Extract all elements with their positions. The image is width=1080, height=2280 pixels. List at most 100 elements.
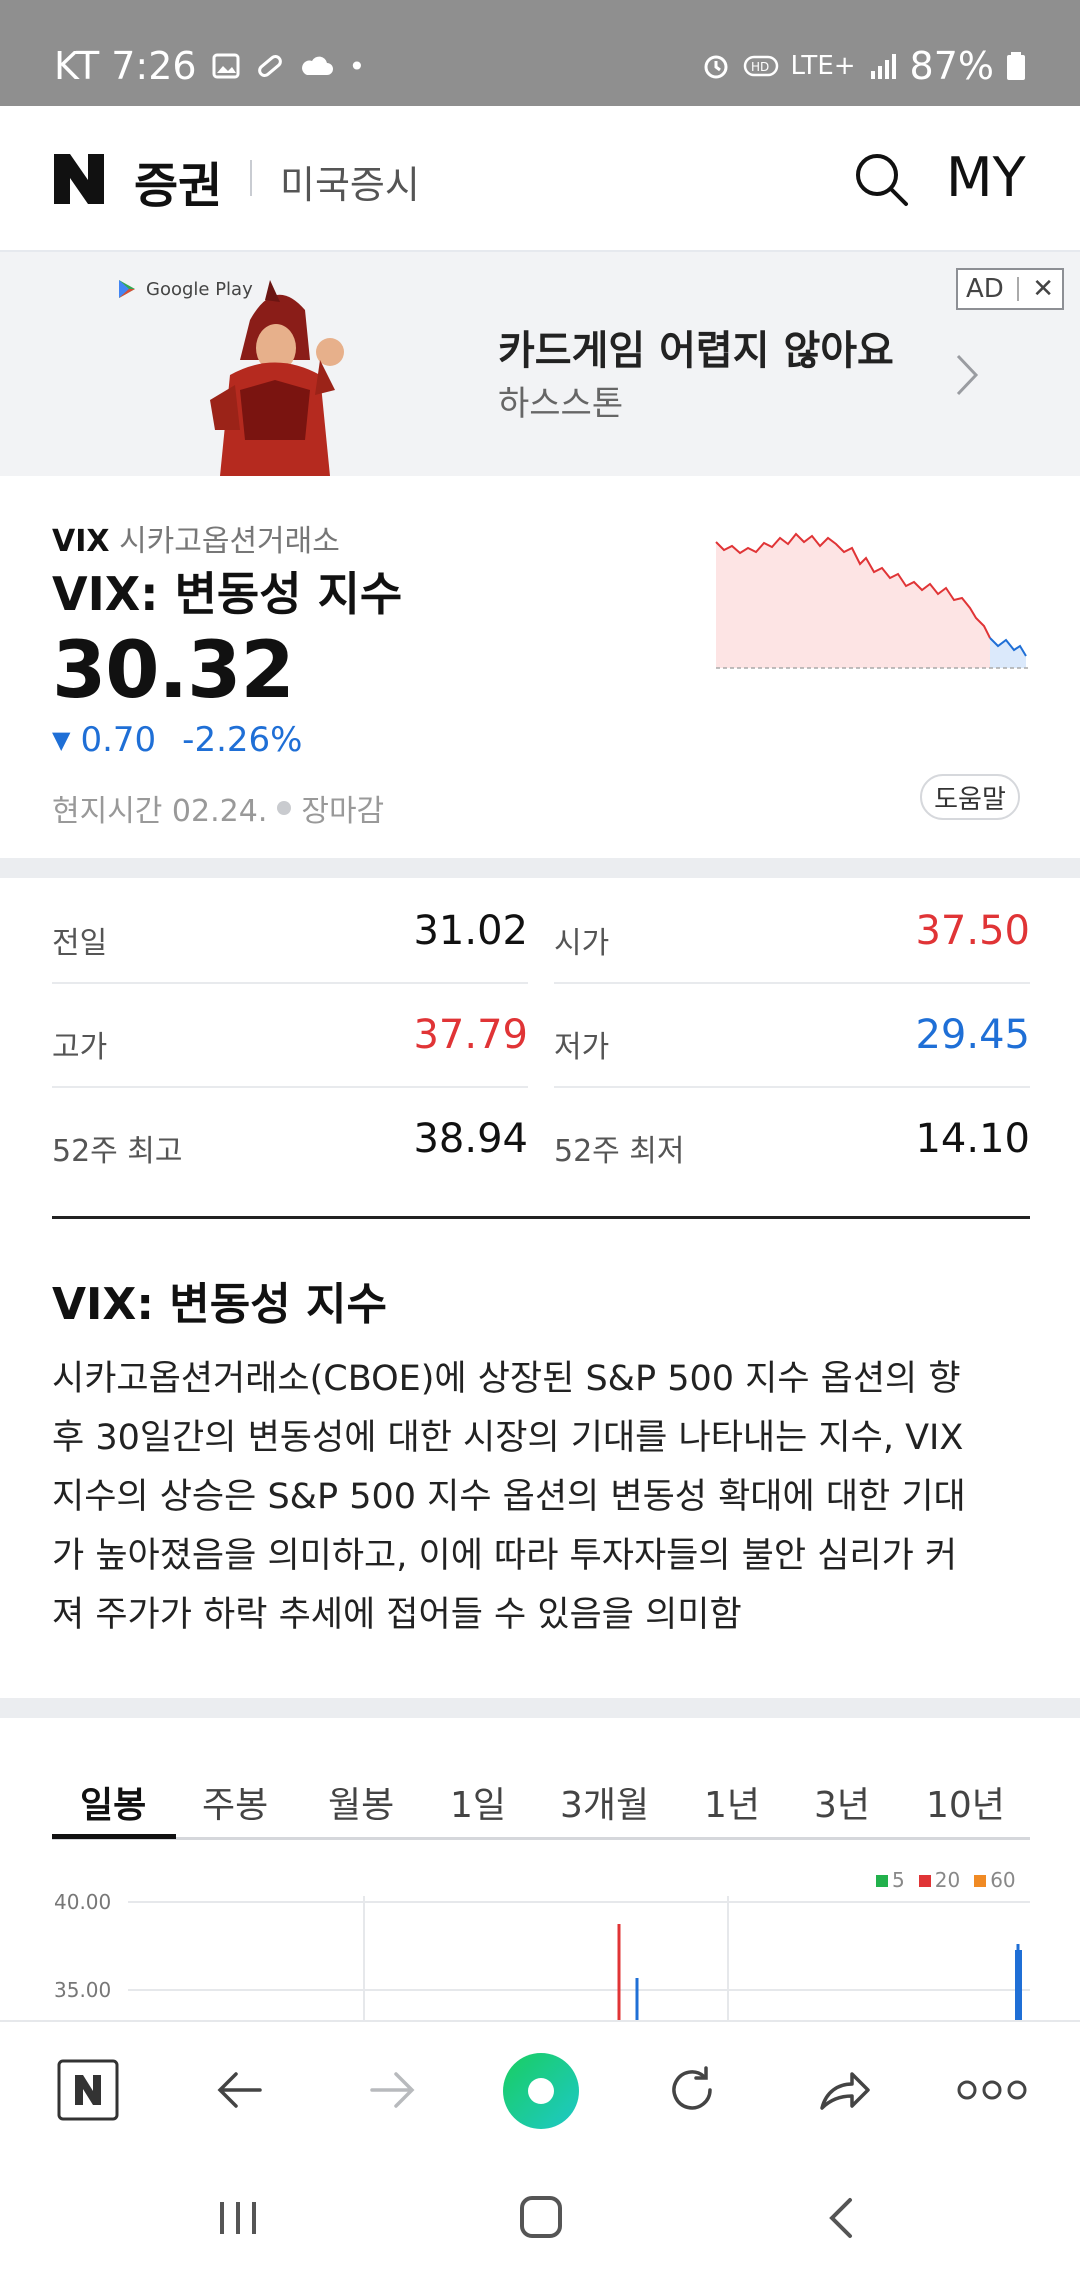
forward-button[interactable] (354, 2052, 430, 2128)
description-title: VIX: 변동성 지수 (52, 1279, 387, 1330)
stat-label: 52주 최고 (52, 1134, 183, 1169)
refresh-button[interactable] (654, 2052, 730, 2128)
carrier-time: KT 7:26 (54, 44, 197, 88)
green-dot-button[interactable] (502, 2052, 580, 2130)
stats-row: 전일 31.02 시가 37.50 (52, 880, 1030, 984)
stat-prev-close: 전일 31.02 (52, 880, 528, 984)
header-divider (250, 160, 252, 196)
stats-row: 52주 최고 38.94 52주 최저 14.10 (52, 1088, 1030, 1192)
back-nav-icon[interactable] (826, 2196, 856, 2240)
status-bar: KT 7:26 • HD LTE+ 87% (0, 0, 1080, 106)
active-tab-indicator (52, 1834, 176, 1839)
play-store-icon (119, 280, 135, 298)
pill-icon (257, 55, 282, 77)
description-line: 져 주가가 하락 추세에 접어들 수 있음을 의미함 (52, 1595, 742, 1635)
mini-price-chart[interactable] (714, 528, 1032, 728)
local-time: 현지시간 02.24. (52, 794, 268, 829)
tab-weekly[interactable]: 주봉 (202, 1776, 268, 1828)
chart-grid (128, 1896, 1030, 2020)
chevron-right-icon (956, 354, 979, 396)
brand-title[interactable]: 증권 (134, 146, 222, 216)
description-line: 가 높아졌음을 의미하고, 이에 따라 투자자들의 불안 심리가 커 (52, 1536, 958, 1576)
tab-1day[interactable]: 1일 (450, 1776, 506, 1828)
search-button[interactable] (852, 150, 912, 210)
status-dot (277, 801, 292, 815)
green-dot-icon (503, 2053, 579, 2129)
stat-label: 52주 최저 (554, 1134, 685, 1169)
ad-subtitle: 하스스톤 (498, 384, 624, 424)
browser-toolbar (0, 2020, 1080, 2156)
stat-52w-low: 52주 최저 14.10 (554, 1088, 1030, 1192)
stat-value: 37.79 (413, 1012, 528, 1058)
stock-name: VIX: 변동성 지수 (52, 567, 403, 621)
naver-n-icon (54, 154, 104, 204)
system-navigation-bar (0, 2156, 1080, 2280)
market-status: 장마감 (301, 794, 385, 829)
back-button[interactable] (202, 2052, 278, 2128)
description-line: 후 30일간의 변동성에 대한 시장의 기대를 나타내는 지수, VIX (52, 1418, 964, 1458)
alarm-icon (704, 55, 728, 79)
arrow-left-icon (217, 2072, 262, 2108)
stat-label: 고가 (52, 1030, 108, 1065)
search-icon (856, 154, 908, 206)
naver-n-icon (57, 2059, 119, 2121)
candle-chart[interactable]: 5 20 60 40.00 35.00 (0, 1860, 1080, 2020)
naver-home-button[interactable] (50, 2052, 126, 2128)
stat-value: 37.50 (915, 908, 1030, 954)
help-button[interactable]: 도움말 (920, 774, 1020, 820)
tab-1year[interactable]: 1년 (704, 1776, 760, 1828)
tab-monthly[interactable]: 월봉 (328, 1776, 394, 1828)
share-button[interactable] (806, 2052, 882, 2128)
more-button[interactable] (952, 2052, 1032, 2128)
stat-label: 시가 (554, 926, 610, 961)
ticker-line: VIX 시카고옵션거래소 (52, 516, 340, 560)
ad-title: 카드게임 어렵지 않아요 (498, 328, 894, 374)
exchange-name: 시카고옵션거래소 (119, 524, 340, 559)
stat-high: 고가 37.79 (52, 984, 528, 1088)
my-button[interactable]: MY (946, 146, 1026, 209)
recent-apps-icon[interactable] (216, 2198, 260, 2238)
tab-daily[interactable]: 일봉 (80, 1776, 146, 1828)
ad-text: AD (966, 274, 1004, 304)
section-gap (0, 858, 1080, 878)
down-arrow-icon: ▼ (52, 726, 71, 754)
description-line: 지수의 상승은 S&P 500 지수 옵션의 변동성 확대에 대한 기대 (52, 1477, 966, 1517)
stat-label: 저가 (554, 1030, 610, 1065)
price-change: ▼ 0.70 -2.26% (52, 720, 302, 760)
ad-label-divider (1017, 277, 1019, 301)
battery-icon (1007, 52, 1025, 80)
chart-period-tabs: 일봉 주봉 월봉 1일 3개월 1년 3년 10년 (52, 1764, 1030, 1840)
gallery-icon (212, 53, 240, 79)
tab-3month[interactable]: 3개월 (560, 1776, 649, 1828)
share-arrow-icon (820, 2072, 870, 2110)
more-dots-icon (957, 2080, 1027, 2100)
market-time: 현지시간 02.24. 장마감 (52, 786, 384, 830)
stock-summary-card: VIX 시카고옵션거래소 VIX: 변동성 지수 30.32 ▼ 0.70 -2… (0, 476, 1080, 858)
notification-dot: • (348, 49, 366, 83)
stats-divider (52, 1216, 1030, 1219)
tab-10year[interactable]: 10년 (926, 1776, 1005, 1828)
ad-label[interactable]: AD ✕ (956, 268, 1064, 310)
ad-character-image (210, 280, 344, 476)
ticker-symbol: VIX (52, 524, 110, 559)
stat-open: 시가 37.50 (554, 880, 1030, 984)
section-title[interactable]: 미국증시 (280, 154, 420, 209)
home-icon[interactable] (518, 2194, 564, 2240)
change-percent: -2.26% (182, 720, 303, 760)
close-icon[interactable]: ✕ (1032, 274, 1054, 304)
naver-logo[interactable] (52, 152, 106, 206)
cloud-icon (301, 56, 333, 75)
description-body: 시카고옵션거래소(CBOE)에 상장된 S&P 500 지수 옵션의 향 후 3… (52, 1350, 1032, 1645)
current-price: 30.32 (52, 626, 295, 716)
tab-3year[interactable]: 3년 (814, 1776, 870, 1828)
hd-icon: HD (743, 55, 778, 77)
signal-icon (870, 54, 896, 79)
stat-value: 14.10 (915, 1116, 1030, 1162)
battery-percent: 87% (909, 44, 994, 88)
description-line: 시카고옵션거래소(CBOE)에 상장된 S&P 500 지수 옵션의 향 (52, 1359, 961, 1399)
stat-low: 저가 29.45 (554, 984, 1030, 1088)
stat-value: 29.45 (915, 1012, 1030, 1058)
stat-value: 31.02 (413, 908, 528, 954)
ad-banner[interactable]: Google Play 카드게임 어렵지 않아요 하스스톤 AD ✕ (0, 252, 1080, 476)
stat-value: 38.94 (413, 1116, 528, 1162)
